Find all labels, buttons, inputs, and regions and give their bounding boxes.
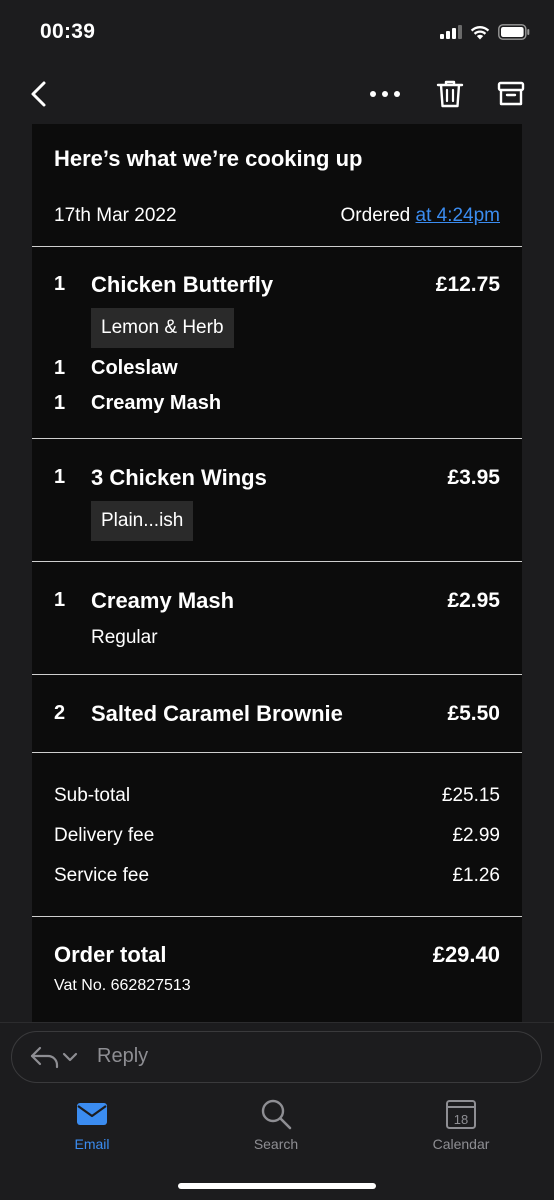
divider [32, 752, 522, 753]
back-chevron-icon[interactable] [26, 78, 54, 110]
item-price: £2.95 [447, 589, 500, 612]
subtotal-label: Sub-total [54, 785, 131, 806]
divider [32, 438, 522, 439]
item-quantity: 1 [54, 589, 66, 611]
item-name: Chicken Butterfly [91, 272, 274, 297]
tab-search[interactable]: Search [201, 1092, 351, 1162]
order-total-value: £29.40 [432, 942, 500, 967]
reply-placeholder: Reply [97, 1045, 149, 1067]
item-name: Salted Caramel Brownie [91, 701, 343, 726]
email-content[interactable]: Here’s what we’re cooking up 17th Mar 20… [0, 124, 554, 1022]
search-icon [261, 1099, 292, 1130]
calendar-day: 18 [454, 1112, 468, 1127]
item-price: £5.50 [447, 702, 500, 725]
side-quantity: 1 [54, 392, 66, 414]
ordered-time-link[interactable]: at 4:24pm [416, 205, 501, 226]
item-quantity: 2 [54, 702, 66, 724]
order-total-label: Order total [54, 942, 167, 967]
item-quantity: 1 [54, 273, 66, 295]
tab-label: Search [253, 1136, 299, 1152]
reply-bar: Reply [0, 1022, 554, 1092]
calendar-icon: 18 [446, 1100, 476, 1129]
receipt-heading: Here’s what we’re cooking up [54, 146, 363, 171]
archive-icon[interactable] [495, 78, 527, 110]
side-quantity: 1 [54, 357, 66, 379]
envelope-icon [77, 1103, 107, 1125]
divider [32, 561, 522, 562]
battery-icon [498, 24, 530, 40]
side-name: Coleslaw [91, 357, 178, 379]
order-date: 17th Mar 2022 [54, 205, 177, 226]
tab-calendar[interactable]: 18 Calendar [386, 1092, 536, 1162]
item-price: £12.75 [435, 273, 500, 296]
service-fee-label: Service fee [54, 865, 150, 886]
tab-label: Calendar [432, 1136, 490, 1152]
wifi-icon [470, 25, 490, 39]
delivery-fee-value: £2.99 [452, 825, 500, 846]
item-option-tag: Plain...ish [91, 501, 194, 541]
status-bar: 00:39 [0, 0, 554, 64]
item-quantity: 1 [54, 466, 66, 488]
side-name: Creamy Mash [91, 392, 222, 414]
tab-bar: Email Search 18 Calendar [0, 1092, 554, 1200]
ordered-time: Ordered at 4:24pm [341, 205, 500, 227]
reply-arrow-icon[interactable] [28, 1044, 82, 1070]
status-time: 00:39 [40, 20, 96, 43]
subtotal-value: £25.15 [441, 785, 500, 806]
trash-icon[interactable] [434, 78, 466, 110]
item-price: £3.95 [447, 466, 500, 489]
reply-input[interactable]: Reply [11, 1031, 542, 1083]
order-receipt-card: Here’s what we’re cooking up 17th Mar 20… [32, 124, 522, 1022]
divider [32, 246, 522, 247]
item-variant: Regular [91, 627, 158, 648]
divider [32, 674, 522, 675]
status-icons [440, 24, 530, 40]
item-option-tag: Lemon & Herb [91, 308, 234, 348]
signal-icon [440, 25, 462, 39]
service-fee-value: £1.26 [452, 865, 500, 886]
ordered-label: Ordered [340, 205, 411, 226]
more-options-icon[interactable] [368, 82, 402, 106]
divider [32, 916, 522, 917]
home-indicator[interactable] [178, 1183, 376, 1189]
nav-bar [0, 64, 554, 124]
vat-number: Vat No. 662827513 [54, 977, 191, 994]
item-name: 3 Chicken Wings [91, 465, 267, 490]
item-name: Creamy Mash [91, 588, 235, 613]
tab-label: Email [74, 1136, 110, 1152]
delivery-fee-label: Delivery fee [54, 825, 155, 846]
tab-email[interactable]: Email [17, 1092, 167, 1162]
